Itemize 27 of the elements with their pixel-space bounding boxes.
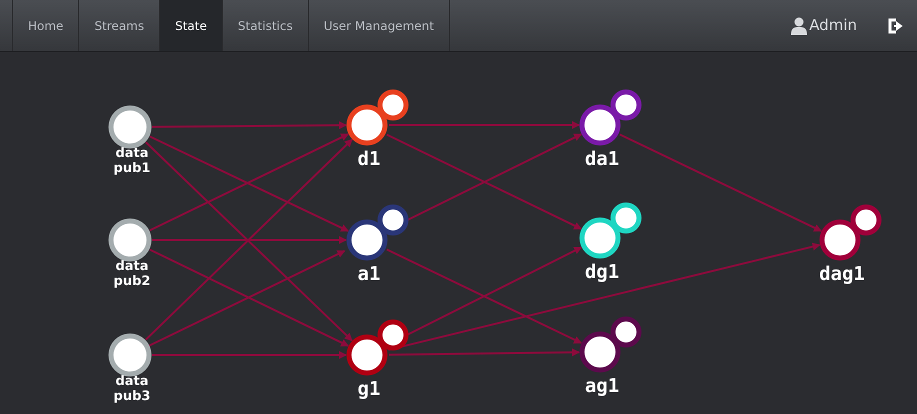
- node-label: g1: [358, 378, 380, 400]
- node-pair[interactable]: [346, 320, 408, 376]
- nav-tab[interactable]: Home: [13, 0, 80, 51]
- node-label: a1: [358, 263, 380, 285]
- node-label: d1: [358, 148, 380, 170]
- nav-tab[interactable]: User Management: [308, 0, 450, 51]
- user-icon: [791, 16, 808, 34]
- node-label: dag1: [819, 263, 865, 285]
- node-label: data pub1: [114, 146, 150, 176]
- node-label: da1: [584, 148, 620, 170]
- nav-tab[interactable]: State: [160, 0, 223, 51]
- user-name[interactable]: Admin: [809, 14, 857, 37]
- node-pair[interactable]: [580, 90, 642, 146]
- source-node[interactable]: [108, 334, 152, 376]
- node-pair[interactable]: [580, 202, 642, 258]
- source-node[interactable]: [108, 106, 152, 148]
- node-label: data pub3: [114, 374, 150, 404]
- node-pair[interactable]: [346, 204, 408, 260]
- node-pair[interactable]: [346, 90, 408, 146]
- logout-icon[interactable]: [887, 18, 903, 34]
- node-label: ag1: [584, 375, 620, 397]
- source-node[interactable]: [108, 218, 152, 262]
- nav-tab[interactable]: Statistics: [222, 0, 309, 51]
- node-label: dg1: [584, 261, 620, 283]
- node-label: data pub2: [114, 259, 150, 289]
- node-pair[interactable]: [820, 204, 882, 260]
- node-pair[interactable]: [580, 316, 642, 372]
